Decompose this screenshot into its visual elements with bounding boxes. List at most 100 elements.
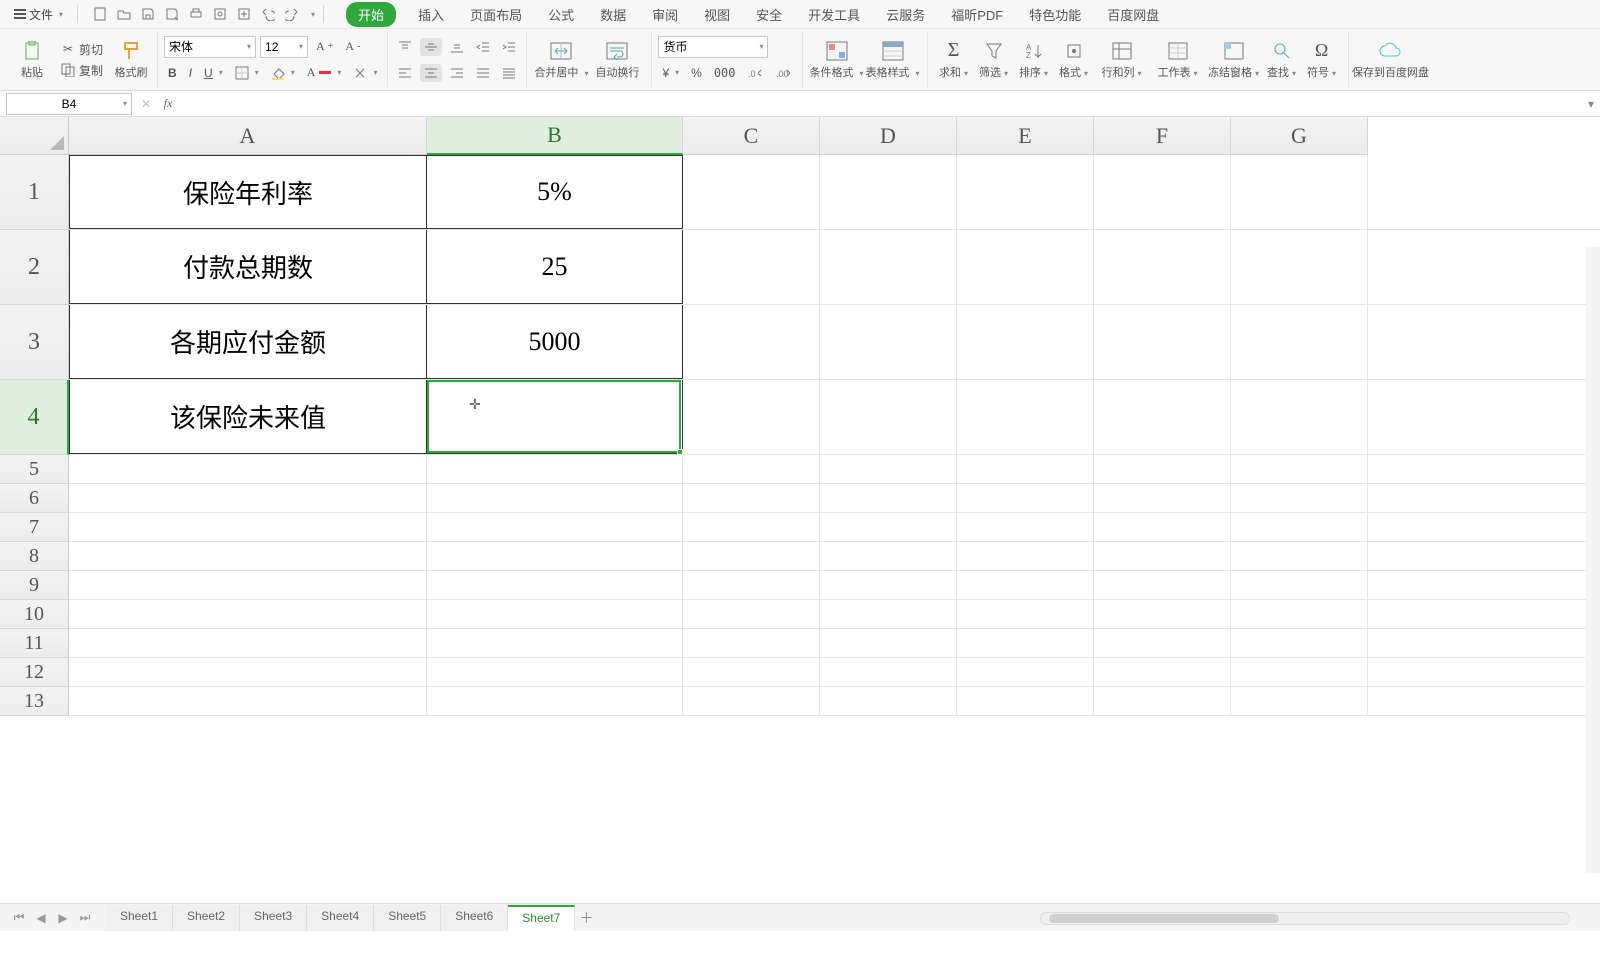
expand-formula-bar-button[interactable]: ▾ [1582, 97, 1600, 111]
cell[interactable] [1094, 513, 1231, 541]
sheet-tab-Sheet1[interactable]: Sheet1 [106, 905, 173, 931]
ribbon-tab-页面布局[interactable]: 页面布局 [466, 2, 526, 27]
row-header-7[interactable]: 7 [0, 513, 69, 542]
cell[interactable] [957, 658, 1094, 686]
cell-F1[interactable] [1094, 155, 1231, 229]
cell-E2[interactable] [957, 230, 1094, 304]
ribbon-tab-开始[interactable]: 开始 [346, 2, 396, 27]
cell[interactable] [69, 687, 427, 715]
row-header-4[interactable]: 4 [0, 380, 69, 455]
cell[interactable] [1094, 484, 1231, 512]
align-left-button[interactable] [394, 64, 416, 82]
sheet-tab-Sheet4[interactable]: Sheet4 [307, 905, 374, 931]
cell-G2[interactable] [1231, 230, 1368, 304]
sum-button[interactable]: Σ求和▾ [934, 32, 974, 87]
row-header-11[interactable]: 11 [0, 629, 69, 658]
cell[interactable] [1231, 658, 1368, 686]
cell[interactable] [957, 542, 1094, 570]
cell[interactable] [1094, 600, 1231, 628]
row-header-8[interactable]: 8 [0, 542, 69, 571]
scrollbar-thumb[interactable] [1049, 914, 1279, 923]
column-header-G[interactable]: G [1231, 117, 1368, 155]
row-header-2[interactable]: 2 [0, 230, 69, 305]
cell[interactable] [820, 542, 957, 570]
cell-E4[interactable] [957, 380, 1094, 454]
cell[interactable] [683, 658, 820, 686]
row-header-6[interactable]: 6 [0, 484, 69, 513]
formula-input[interactable] [182, 95, 1582, 113]
cell[interactable] [69, 455, 427, 483]
cell[interactable] [1094, 658, 1231, 686]
increase-font-button[interactable]: A+ [312, 37, 337, 56]
ribbon-tab-数据[interactable]: 数据 [596, 2, 630, 27]
cell[interactable] [69, 484, 427, 512]
decrease-decimal-button[interactable]: .00 [772, 65, 796, 81]
undo-icon[interactable] [260, 6, 276, 22]
cell-E3[interactable] [957, 305, 1094, 379]
cell[interactable] [69, 629, 427, 657]
ribbon-tab-视图[interactable]: 视图 [700, 2, 734, 27]
decrease-indent-button[interactable] [472, 38, 494, 56]
last-sheet-button[interactable]: ⏭ [78, 911, 92, 925]
cell[interactable] [820, 513, 957, 541]
save-icon[interactable] [140, 6, 156, 22]
fill-color-button[interactable]: ▾ [267, 64, 299, 82]
fx-icon[interactable]: fx [160, 96, 176, 111]
cell-G1[interactable] [1231, 155, 1368, 229]
cell[interactable] [69, 658, 427, 686]
vertical-scrollbar[interactable] [1586, 247, 1600, 873]
cell[interactable] [427, 687, 683, 715]
cell[interactable] [957, 513, 1094, 541]
number-format-dropdown[interactable]: 货币▾ [658, 36, 768, 58]
row-header-10[interactable]: 10 [0, 600, 69, 629]
row-header-9[interactable]: 9 [0, 571, 69, 600]
ribbon-tab-特色功能[interactable]: 特色功能 [1025, 2, 1085, 27]
wrap-text-button[interactable]: 自动换行 [589, 32, 645, 87]
align-middle-button[interactable] [420, 38, 442, 56]
row-header-5[interactable]: 5 [0, 455, 69, 484]
cell-C3[interactable] [683, 305, 820, 379]
cell[interactable] [1094, 687, 1231, 715]
cell-D3[interactable] [820, 305, 957, 379]
bold-button[interactable]: B [164, 64, 181, 82]
export-icon[interactable] [236, 6, 252, 22]
increase-indent-button[interactable] [498, 38, 520, 56]
cell[interactable] [683, 484, 820, 512]
qat-more-icon[interactable]: ▾ [311, 10, 315, 19]
redo-icon[interactable] [284, 6, 300, 22]
ribbon-tab-公式[interactable]: 公式 [544, 2, 578, 27]
ribbon-tab-百度网盘[interactable]: 百度网盘 [1103, 2, 1163, 27]
table-style-button[interactable]: 表格样式 ▾ [865, 32, 921, 87]
print-icon[interactable] [188, 6, 204, 22]
cell[interactable] [957, 571, 1094, 599]
cell[interactable] [683, 629, 820, 657]
currency-button[interactable]: ¥▾ [658, 64, 683, 82]
save-cloud-button[interactable]: 保存到百度网盘 [1355, 32, 1427, 87]
underline-button[interactable]: U▾ [200, 64, 227, 82]
cell-A1[interactable]: 保险年利率 [69, 155, 427, 229]
save-as-icon[interactable] [164, 6, 180, 22]
first-sheet-button[interactable]: ⏮ [12, 911, 26, 925]
font-size-dropdown[interactable]: 12▾ [260, 36, 308, 58]
cell[interactable] [1094, 455, 1231, 483]
cell-D2[interactable] [820, 230, 957, 304]
new-icon[interactable] [92, 6, 108, 22]
ribbon-tab-福昕PDF[interactable]: 福昕PDF [947, 2, 1007, 27]
name-box[interactable]: B4 ▾ [6, 93, 132, 115]
align-center-button[interactable] [420, 64, 442, 82]
cell[interactable] [427, 513, 683, 541]
cell-E1[interactable] [957, 155, 1094, 229]
cell[interactable] [820, 629, 957, 657]
cell-F4[interactable] [1094, 380, 1231, 454]
cell[interactable] [427, 600, 683, 628]
cell[interactable] [1231, 542, 1368, 570]
row-header-1[interactable]: 1 [0, 155, 69, 230]
sheet-tab-Sheet5[interactable]: Sheet5 [374, 905, 441, 931]
cell-D4[interactable] [820, 380, 957, 454]
column-header-F[interactable]: F [1094, 117, 1231, 155]
cell[interactable] [683, 513, 820, 541]
align-top-button[interactable] [394, 38, 416, 56]
cell-C4[interactable] [683, 380, 820, 454]
ribbon-tab-云服务[interactable]: 云服务 [882, 2, 929, 27]
cell[interactable] [427, 484, 683, 512]
